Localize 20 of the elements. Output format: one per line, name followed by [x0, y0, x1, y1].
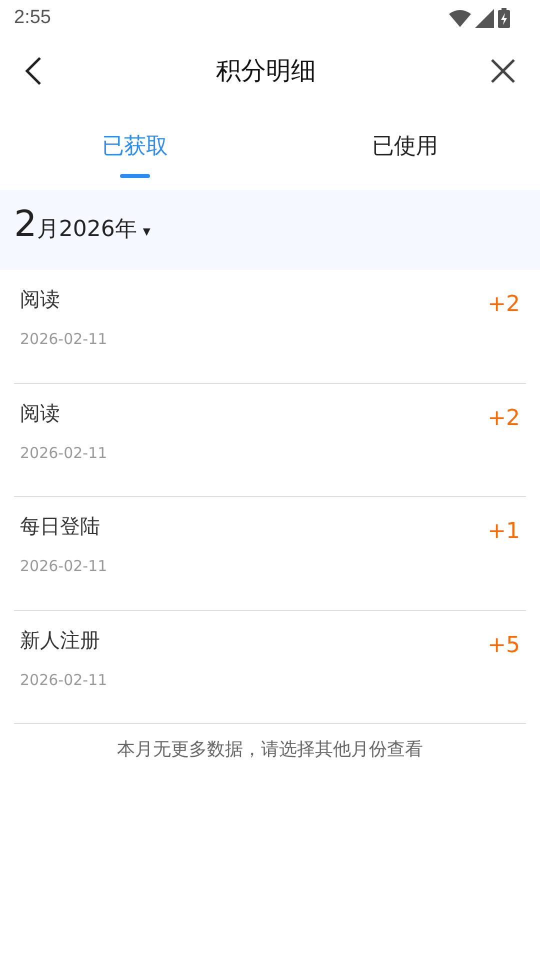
points-value: +1 [488, 518, 520, 546]
page-title: 积分明细 [216, 55, 316, 88]
record-date: 2026-02-11 [20, 670, 108, 690]
no-more-data-note: 本月无更多数据，请选择其他月份查看 [116, 738, 424, 762]
record-title: 每日登陆 [20, 513, 101, 540]
record-date: 2026-02-11 [20, 556, 108, 577]
battery-icon [498, 8, 510, 28]
points-value: +2 [488, 291, 520, 319]
record-date: 2026-02-11 [20, 442, 108, 464]
record-title: 阅读 [20, 286, 61, 313]
record-title: 新人注册 [20, 626, 101, 654]
month-selector[interactable]: 2 月2026年 ▾ [14, 198, 150, 252]
signal-icon [475, 8, 494, 28]
wifi-icon [449, 9, 471, 27]
record-title: 阅读 [20, 400, 61, 426]
status-time: 2:55 [14, 6, 51, 30]
record-date: 2026-02-11 [20, 329, 108, 350]
points-value: +5 [488, 632, 520, 660]
tab[interactable]: 已使用 [270, 106, 540, 190]
points-value: +2 [488, 404, 520, 432]
